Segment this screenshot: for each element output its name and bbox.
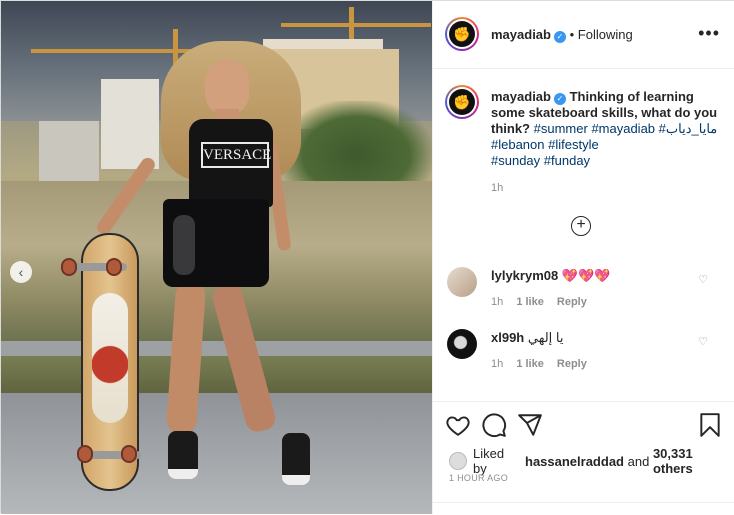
avatar[interactable] — [447, 329, 477, 359]
skateboard-wheel — [61, 258, 77, 276]
figure-shoe-right — [282, 433, 310, 485]
hashtag-link[interactable]: #lifestyle — [548, 137, 599, 152]
hashtag-link[interactable]: #lebanon — [491, 137, 545, 152]
building-white — [101, 79, 159, 169]
liked-by-user[interactable]: hassanelraddad — [525, 454, 624, 469]
comment-item: xl99h يا إلهي 1h 1 like Reply ♡ — [433, 325, 734, 385]
heart-icon[interactable] — [445, 412, 471, 438]
skateboard-wheel — [121, 445, 137, 463]
pavement — [1, 393, 432, 514]
comment-time[interactable]: 1h — [491, 358, 503, 370]
caption-time[interactable]: 1h — [491, 182, 503, 194]
liked-by-count[interactable]: 30,331 others — [653, 446, 734, 476]
shorts-shine — [173, 215, 195, 275]
reply-button[interactable]: Reply — [557, 296, 587, 308]
reply-button[interactable]: Reply — [557, 358, 587, 370]
building-gray — [39, 121, 99, 181]
post-photo[interactable]: VERSACE ‹ — [1, 1, 432, 514]
chevron-left-icon[interactable]: ‹ — [10, 261, 32, 283]
share-icon[interactable] — [517, 412, 543, 438]
post-time-ago[interactable]: 1 HOUR AGO — [449, 473, 508, 483]
skateboard-wheel — [106, 258, 122, 276]
verified-icon: ✓ — [553, 93, 566, 105]
verified-icon: ✓ — [553, 31, 566, 43]
avatar-ring-inner: ✊ — [447, 19, 477, 49]
hashtag-link[interactable]: #summer — [534, 121, 588, 136]
liked-by-and: and — [627, 453, 650, 469]
post-panel: ✊ mayadiab ✓ • Following ••• ✊ mayadiab ✓ … — [432, 1, 734, 514]
trees — [281, 101, 432, 191]
fist-icon: ✊ — [449, 89, 475, 115]
comment-meta: 1h 1 like Reply — [491, 358, 597, 370]
comment-username[interactable]: lylykrym08 — [491, 268, 558, 283]
tshirt-print: VERSACE — [201, 142, 271, 168]
add-comment-bar[interactable] — [433, 502, 734, 515]
avatar-ring-inner: ✊ — [447, 87, 477, 117]
comment-likes[interactable]: 1 like — [516, 358, 544, 370]
hashtag-link[interactable]: #funday — [544, 153, 590, 168]
following-separator: • — [569, 27, 578, 42]
avatar[interactable]: ✊ — [445, 17, 479, 51]
comment-text: يا إلهي — [527, 330, 564, 345]
caption-username[interactable]: mayadiab — [491, 89, 551, 104]
comment-body: lylykrym08 💖💖💖 — [491, 268, 610, 284]
figure-shoe-left — [168, 431, 198, 479]
crane-arm-right — [281, 23, 431, 27]
likes-summary: Liked by hassanelraddad and 30,331 other… — [449, 446, 734, 476]
avatar[interactable] — [449, 452, 467, 470]
heart-icon[interactable]: ♡ — [698, 273, 708, 286]
hashtag-link[interactable]: #مايا_دياب — [659, 121, 718, 136]
comment-text: 💖💖💖 — [561, 268, 611, 283]
heart-icon[interactable]: ♡ — [698, 335, 708, 348]
header-username[interactable]: mayadiab — [491, 27, 551, 42]
following-button[interactable]: Following — [578, 27, 633, 42]
comment-time[interactable]: 1h — [491, 296, 503, 308]
comment-body: xl99h يا إلهي — [491, 330, 563, 346]
hashtag-link[interactable]: #sunday — [491, 153, 540, 168]
header-user: mayadiab ✓ • Following — [491, 27, 633, 43]
liked-by-prefix: Liked by — [472, 446, 505, 476]
post-frame: VERSACE ‹ ✊ mayadiab ✓ • Following ••• ✊… — [0, 0, 734, 514]
post-header: ✊ mayadiab ✓ • Following ••• — [433, 1, 734, 69]
comment-item: lylykrym08 💖💖💖 1h 1 like Reply ♡ — [433, 263, 734, 323]
skateboard-art — [92, 293, 128, 423]
fist-icon: ✊ — [449, 21, 475, 47]
plus-circle-icon[interactable]: + — [571, 216, 591, 236]
comment-likes[interactable]: 1 like — [516, 296, 544, 308]
caption-avatar[interactable]: ✊ — [445, 85, 479, 119]
comment-username[interactable]: xl99h — [491, 330, 524, 345]
avatar[interactable] — [447, 267, 477, 297]
bushes — [1, 356, 432, 396]
skateboard-wheel — [77, 445, 93, 463]
bookmark-icon[interactable] — [697, 412, 723, 438]
comment-meta: 1h 1 like Reply — [491, 296, 597, 308]
more-icon[interactable]: ••• — [698, 23, 720, 44]
comment-icon[interactable] — [481, 412, 507, 438]
caption: mayadiab ✓ Thinking of learning some skat… — [491, 89, 723, 169]
action-bar: Liked by hassanelraddad and 30,331 other… — [433, 401, 734, 514]
hashtag-link[interactable]: #mayadiab — [591, 121, 655, 136]
figure-face — [205, 59, 249, 115]
